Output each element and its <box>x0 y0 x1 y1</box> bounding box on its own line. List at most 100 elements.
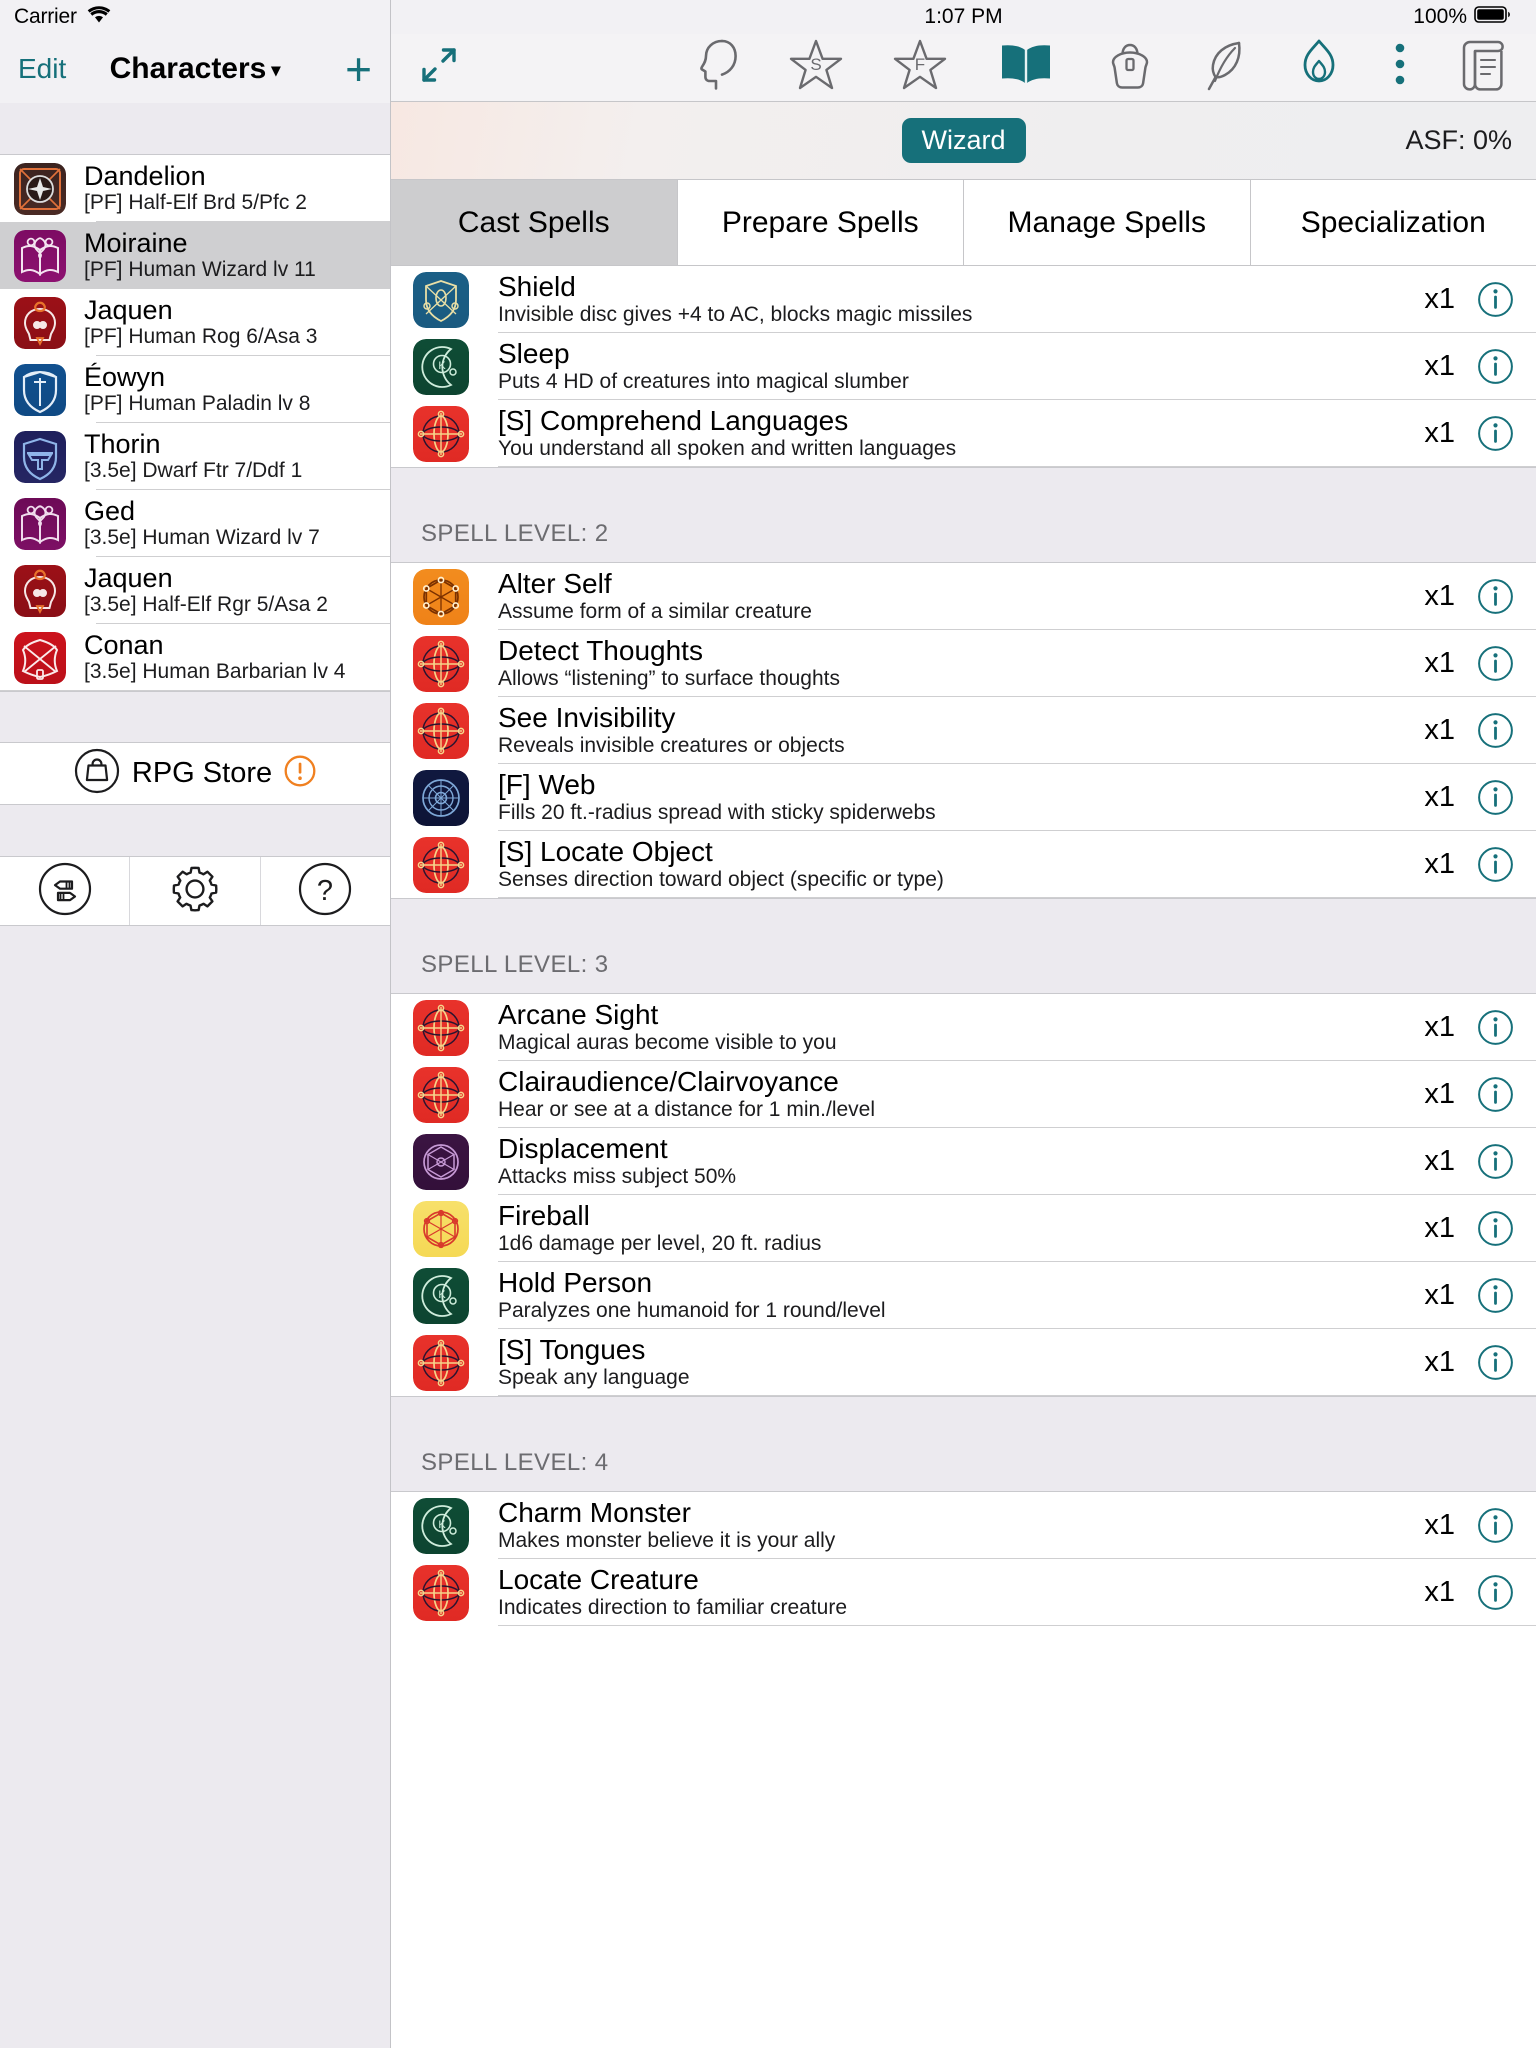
chevron-down-icon[interactable]: ▾ <box>271 60 280 80</box>
spell-info-button[interactable] <box>1477 1344 1514 1381</box>
spell-info-button[interactable] <box>1477 779 1514 816</box>
settings-button[interactable] <box>130 857 261 925</box>
spell-row[interactable]: [S] Comprehend Languages You understand … <box>391 400 1536 467</box>
character-list-item[interactable]: Jaquen [PF] Human Rog 6/Asa 3 <box>0 289 390 356</box>
divination-orb-icon <box>413 1334 469 1391</box>
sidebar-status-bar: Carrier <box>0 0 390 34</box>
spell-count: x1 <box>1424 1078 1455 1110</box>
spell-row[interactable]: Alter Self Assume form of a similar crea… <box>391 563 1536 630</box>
feats-star-button[interactable]: F <box>892 38 948 97</box>
spell-row[interactable]: Shield Invisible disc gives +4 to AC, bl… <box>391 266 1536 333</box>
import-export-button[interactable] <box>0 857 131 925</box>
spell-info-button[interactable] <box>1477 1076 1514 1113</box>
spell-info-button[interactable] <box>1477 645 1514 682</box>
edit-button[interactable]: Edit <box>18 53 66 85</box>
tab-specialization[interactable]: Specialization <box>1250 180 1536 265</box>
spell-description: You understand all spoken and written la… <box>498 437 957 461</box>
spell-row[interactable]: [F] Web Fills 20 ft.-radius spread with … <box>391 764 1536 831</box>
character-list-item[interactable]: Dandelion [PF] Half-Elf Brd 5/Pfc 2 <box>0 155 390 222</box>
tab-cast-spells[interactable]: Cast Spells <box>391 180 678 265</box>
character-list-item[interactable]: Éowyn [PF] Human Paladin lv 8 <box>0 356 390 423</box>
head-profile-button[interactable] <box>692 37 740 98</box>
star-f-feats-icon: F <box>892 38 948 97</box>
spell-info-button[interactable] <box>1477 1574 1514 1611</box>
character-list-item[interactable]: Conan [3.5e] Human Barbarian lv 4 <box>0 624 390 691</box>
help-button[interactable]: ? <box>261 857 390 925</box>
spell-row[interactable]: Locate Creature Indicates direction to f… <box>391 1559 1536 1626</box>
wizard-book-icon <box>14 497 66 550</box>
add-character-button[interactable]: + <box>345 46 372 92</box>
character-list-item[interactable]: Thorin [3.5e] Dwarf Ftr 7/Ddf 1 <box>0 423 390 490</box>
spell-info-button[interactable] <box>1477 415 1514 452</box>
notes-button[interactable] <box>1204 37 1248 98</box>
rest-campfire-button[interactable] <box>1296 37 1342 98</box>
help-question-icon: ? <box>298 862 352 921</box>
character-subtitle: [3.5e] Dwarf Ftr 7/Ddf 1 <box>84 459 303 483</box>
spell-list-scroll[interactable]: Shield Invisible disc gives +4 to AC, bl… <box>391 266 1536 2048</box>
spell-text: See Invisibility Reveals invisible creat… <box>498 703 1424 759</box>
spell-name: Arcane Sight <box>498 999 659 1030</box>
character-list-item[interactable]: Ged [3.5e] Human Wizard lv 7 <box>0 490 390 557</box>
class-badge[interactable]: Wizard <box>901 118 1026 163</box>
spell-row[interactable]: Displacement Attacks miss subject 50% x1 <box>391 1128 1536 1195</box>
spell-row[interactable]: [S] Tongues Speak any language x1 <box>391 1329 1536 1396</box>
spell-info-button[interactable] <box>1477 348 1514 385</box>
spell-description: Reveals invisible creatures or objects <box>498 734 845 758</box>
spell-row[interactable]: Clairaudience/Clairvoyance Hear or see a… <box>391 1061 1536 1128</box>
expand-arrows-button[interactable] <box>413 39 465 96</box>
spell-info-button[interactable] <box>1477 1009 1514 1046</box>
character-name: Conan <box>84 630 164 660</box>
character-subtitle: [3.5e] Human Barbarian lv 4 <box>84 660 346 684</box>
spell-info-button[interactable] <box>1477 1210 1514 1247</box>
spell-text: Locate Creature Indicates direction to f… <box>498 1565 1424 1621</box>
character-text: Éowyn [PF] Human Paladin lv 8 <box>84 362 310 417</box>
spellbook-button[interactable] <box>996 41 1056 94</box>
spell-row[interactable]: [S] Locate Object Senses direction towar… <box>391 831 1536 898</box>
spell-row[interactable]: See Invisibility Reveals invisible creat… <box>391 697 1536 764</box>
svg-text:F: F <box>915 55 925 74</box>
rpg-store-button[interactable]: RPG Store <box>0 743 390 805</box>
spell-row[interactable]: K Charm Monster Makes monster believe it… <box>391 1492 1536 1559</box>
evocation-yellow-icon <box>413 1200 469 1257</box>
spell-row[interactable]: Detect Thoughts Allows “listening” to su… <box>391 630 1536 697</box>
character-list-item[interactable]: Jaquen [3.5e] Half-Elf Rgr 5/Asa 2 <box>0 557 390 624</box>
svg-text:?: ? <box>317 875 333 907</box>
spell-info-button[interactable] <box>1477 1143 1514 1180</box>
spell-name: See Invisibility <box>498 702 676 733</box>
spell-info-button[interactable] <box>1477 578 1514 615</box>
divination-orb-icon <box>413 1564 469 1621</box>
fighter-anvil-shield-icon <box>14 430 66 483</box>
spell-info-button[interactable] <box>1477 846 1514 883</box>
spell-text: Hold Person Paralyzes one humanoid for 1… <box>498 1268 1424 1324</box>
illusion-purple-icon <box>413 1133 469 1190</box>
tab-prepare-spells[interactable]: Prepare Spells <box>677 180 964 265</box>
spell-row[interactable]: K Hold Person Paralyzes one humanoid for… <box>391 1262 1536 1329</box>
warning-badge-icon <box>284 755 316 792</box>
spell-text: Detect Thoughts Allows “listening” to su… <box>498 636 1424 692</box>
inventory-button[interactable] <box>1104 37 1156 98</box>
spell-description: Indicates direction to familiar creature <box>498 1596 847 1620</box>
character-name: Dandelion <box>84 161 206 191</box>
spell-info-button[interactable] <box>1477 281 1514 318</box>
spell-description: Fills 20 ft.-radius spread with sticky s… <box>498 801 936 825</box>
star-s-skills-icon: S <box>788 38 844 97</box>
spell-row[interactable]: K Sleep Puts 4 HD of creatures into magi… <box>391 333 1536 400</box>
character-text: Conan [3.5e] Human Barbarian lv 4 <box>84 630 345 685</box>
head-profile-icon <box>692 37 740 98</box>
character-list-item[interactable]: Moiraine [PF] Human Wizard lv 11 <box>0 222 390 289</box>
spell-count: x1 <box>1424 350 1455 382</box>
spell-row[interactable]: Arcane Sight Magical auras become visibl… <box>391 994 1536 1061</box>
spell-text: Charm Monster Makes monster believe it i… <box>498 1498 1424 1554</box>
spell-info-button[interactable] <box>1477 1507 1514 1544</box>
spell-row[interactable]: Fireball 1d6 damage per level, 20 ft. ra… <box>391 1195 1536 1262</box>
more-options-button[interactable] <box>1390 37 1410 98</box>
spell-description: Assume form of a similar creature <box>498 600 812 624</box>
log-scroll-button[interactable] <box>1458 36 1508 99</box>
spell-info-button[interactable] <box>1477 712 1514 749</box>
sidebar-spacer-top <box>0 103 390 155</box>
skills-star-button[interactable]: S <box>788 38 844 97</box>
spell-info-button[interactable] <box>1477 1277 1514 1314</box>
tab-manage-spells[interactable]: Manage Spells <box>964 180 1251 265</box>
svg-text:K: K <box>438 1289 446 1301</box>
character-name: Jaquen <box>84 563 173 593</box>
